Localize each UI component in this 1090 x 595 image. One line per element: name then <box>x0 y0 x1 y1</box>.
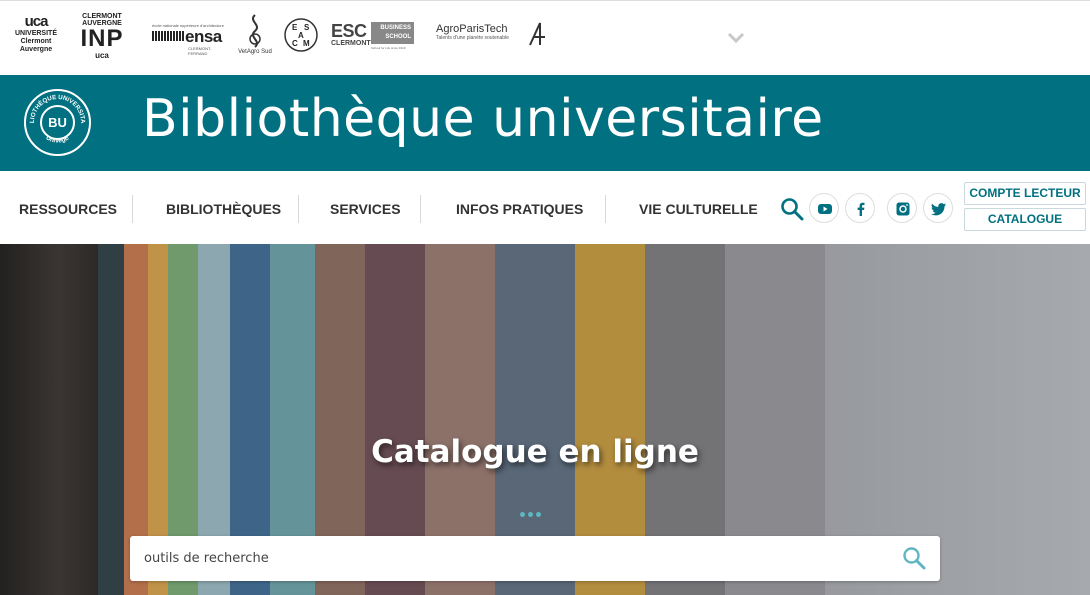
agroparistech-logo[interactable]: AgroParisTech Talents d'une planète sout… <box>436 22 548 51</box>
search-submit-icon[interactable] <box>902 546 928 572</box>
ensa-logo-bars <box>152 31 184 41</box>
nav-item-vie-culturelle[interactable]: VIE CULTURELLE <box>639 201 758 217</box>
esc-logo-sub: CLERMONT <box>331 40 371 47</box>
vetagro-logo-text: VetAgro Sud <box>238 49 272 55</box>
nav-divider <box>298 195 299 223</box>
esacm-letter: M <box>303 39 310 48</box>
esc-logo-big: ESC <box>331 21 367 41</box>
nav-item-bibliotheques[interactable]: BIBLIOTHÈQUES <box>166 201 281 217</box>
vetagro-mark-icon <box>249 14 261 48</box>
site-title[interactable]: Bibliothèque universitaire <box>142 89 824 149</box>
esc-logo-tag: School for Life since 1919 <box>371 46 406 50</box>
uca-logo-mark: uca <box>24 13 49 30</box>
nav-divider <box>132 195 133 223</box>
hero-title: Catalogue en ligne <box>371 434 699 470</box>
chevron-down-icon[interactable] <box>726 29 746 49</box>
nav-divider <box>420 195 421 223</box>
loading-dots <box>520 502 550 517</box>
ensa-logo[interactable]: école nationale supérieure d'architectur… <box>152 23 227 56</box>
catalogue-button[interactable]: CATALOGUE <box>964 208 1086 231</box>
inp-logo[interactable]: CLERMONT AUVERGNE INP uca <box>76 13 128 61</box>
compte-lecteur-button[interactable]: COMPTE LECTEUR <box>964 182 1086 205</box>
inp-logo-small: uca <box>95 51 109 60</box>
nav-item-infos-pratiques[interactable]: INFOS PRATIQUES <box>456 201 583 217</box>
twitter-icon[interactable] <box>923 193 953 223</box>
esc-badge-line: BUSINESS <box>380 25 411 31</box>
uca-logo-line: Auvergne <box>19 46 53 53</box>
uca-logo-line: UNIVERSITÉ <box>14 30 57 37</box>
catalog-search-input[interactable] <box>144 536 884 581</box>
esc-badge-line: SCHOOL <box>385 34 411 40</box>
inp-logo-big: INP <box>80 25 124 52</box>
nav-divider <box>605 195 606 223</box>
facebook-icon[interactable] <box>845 193 875 223</box>
esacm-letter: S <box>304 23 310 32</box>
site-banner: BIBLIOTHÈQUE UNIVERSITAIRE UniVegE BU Bi… <box>0 75 1090 171</box>
bu-seal-logo[interactable]: BIBLIOTHÈQUE UNIVERSITAIRE UniVegE BU <box>24 89 91 156</box>
search-icon[interactable] <box>780 197 804 221</box>
catalog-search-box <box>130 536 940 581</box>
instagram-icon[interactable] <box>887 193 917 223</box>
main-nav: RESSOURCES BIBLIOTHÈQUES SERVICES INFOS … <box>0 171 1090 244</box>
hero-section: Catalogue en ligne <box>0 244 1090 595</box>
partner-logos-bar: uca UNIVERSITÉ Clermont Auvergne CLERMON… <box>0 0 1090 75</box>
nav-item-ressources[interactable]: RESSOURCES <box>19 201 117 217</box>
esacm-logo[interactable]: E S A C M <box>283 17 319 53</box>
vetagro-logo[interactable]: VetAgro Sud <box>236 13 274 63</box>
ensa-logo-sub: CLERMONT-FERRAND <box>188 46 212 56</box>
esacm-letter: C <box>292 39 298 48</box>
uca-logo-line: Clermont <box>20 38 52 45</box>
esacm-letter: E <box>292 23 298 32</box>
uca-logo[interactable]: uca UNIVERSITÉ Clermont Auvergne <box>14 13 58 57</box>
youtube-icon[interactable] <box>809 193 839 223</box>
nav-item-services[interactable]: SERVICES <box>330 201 401 217</box>
esc-logo-badge: BUSINESS SCHOOL <box>371 22 414 44</box>
agro-a-icon <box>529 22 545 46</box>
esc-logo[interactable]: ESC CLERMONT BUSINESS SCHOOL School for … <box>331 21 415 51</box>
seal-center-text: BU <box>40 105 75 140</box>
